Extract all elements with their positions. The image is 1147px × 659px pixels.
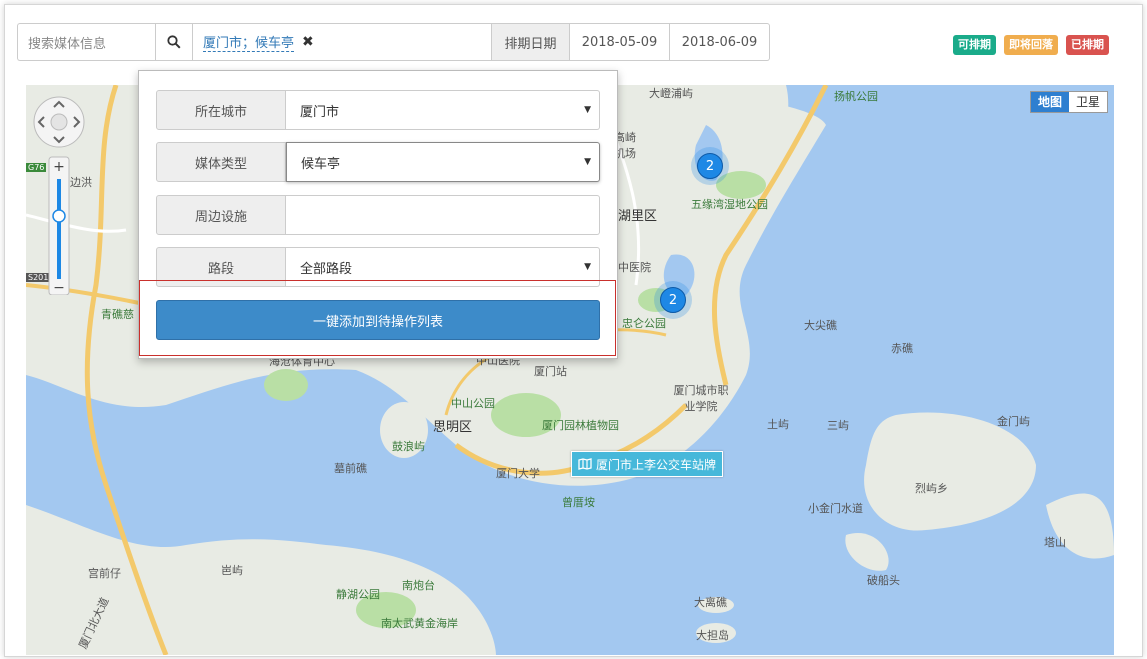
map-type-satellite-button[interactable]: 卫星 <box>1069 92 1107 112</box>
caret-down-icon: ▼ <box>584 157 591 167</box>
zoom-out-icon[interactable]: − <box>53 280 65 295</box>
map-label: 三屿 <box>827 419 849 432</box>
map-label: 思明区 <box>433 420 473 435</box>
toolbar: 搜索媒体信息 厦门市；候车亭 ✖ 排期日期 2018-05-09 2018-06… <box>17 23 770 63</box>
map-label: 南炮台 <box>402 579 435 592</box>
media-type-select[interactable]: 候车亭 ▼ <box>286 142 600 182</box>
media-type-value: 候车亭 <box>301 156 341 172</box>
zoom-in-icon[interactable]: + <box>53 159 65 175</box>
search-icon <box>167 35 181 49</box>
map-label: 小金门水道 <box>808 502 863 515</box>
map-label: 湖里区 <box>618 209 658 224</box>
status-legend: 可排期 即将回落 已排期 <box>945 35 1109 55</box>
map-label: 曾厝垵 <box>562 496 595 509</box>
map-label: 南太武黄金海岸 <box>381 617 458 630</box>
map-label: 土屿 <box>767 418 789 431</box>
city-value: 厦门市 <box>300 104 340 120</box>
schedule-date-label: 排期日期 <box>492 23 570 61</box>
map-label: 赤礁 <box>891 342 913 355</box>
map-icon <box>578 458 592 470</box>
map-label: 扬帆公园 <box>834 90 878 103</box>
city-select[interactable]: 厦门市 ▼ <box>286 90 600 130</box>
map-label: 烈屿乡 <box>915 482 948 495</box>
map-label: 破船头 <box>867 574 900 587</box>
filter-tag[interactable]: 厦门市；候车亭 <box>203 32 295 52</box>
map-label: 静湖公园 <box>336 588 380 601</box>
media-type-label: 媒体类型 <box>156 142 286 182</box>
zoom-slider-handle[interactable] <box>52 209 66 223</box>
media-type-row: 媒体类型 候车亭 ▼ <box>156 142 600 182</box>
station-marker-label[interactable]: 厦门市上李公交车站牌 <box>571 451 724 477</box>
cluster-count: 2 <box>660 287 686 313</box>
search-placeholder: 搜索媒体信息 <box>28 36 107 52</box>
map-label: 大嶝浦屿 <box>649 87 693 100</box>
caret-down-icon: ▼ <box>584 262 591 272</box>
map-label: 厦门站 <box>534 365 567 378</box>
map-label: 大尖礁 <box>804 319 837 332</box>
map-label: 岜屿 <box>221 564 243 577</box>
nearby-input[interactable] <box>286 195 600 235</box>
search-input[interactable]: 搜索媒体信息 <box>17 23 155 61</box>
schedule-end-date[interactable]: 2018-06-09 <box>670 23 770 61</box>
legend-scheduled: 已排期 <box>1066 35 1109 55</box>
city-row: 所在城市 厦门市 ▼ <box>156 90 600 130</box>
map-label: 厦门城市职业学院 <box>673 384 729 413</box>
legend-expiring: 即将回落 <box>1004 35 1058 55</box>
map-label: 大担岛 <box>696 629 729 642</box>
search-button[interactable] <box>155 23 193 61</box>
legend-available: 可排期 <box>953 35 996 55</box>
map-label: 鼓浪屿 <box>392 440 425 453</box>
map-label: 厦门大学 <box>496 467 540 480</box>
road-value: 全部路段 <box>300 261 353 277</box>
map-label: 五缘湾湿地公园 <box>691 198 768 211</box>
map-label: 中医院 <box>618 261 651 274</box>
caret-down-icon: ▼ <box>584 105 591 115</box>
map-label: 塔山 <box>1044 536 1066 549</box>
city-label: 所在城市 <box>156 90 286 130</box>
map-navigation-control: + − <box>33 96 85 295</box>
map-type-toggle: 地图 卫星 <box>1029 91 1108 113</box>
cluster-count: 2 <box>697 153 723 179</box>
filter-tag-area[interactable]: 厦门市；候车亭 ✖ <box>193 23 492 61</box>
map-type-map-button[interactable]: 地图 <box>1030 92 1069 112</box>
map-label: 宫前仔 <box>88 567 121 580</box>
schedule-start-date[interactable]: 2018-05-09 <box>570 23 670 61</box>
media-cluster-marker[interactable]: 2 <box>654 281 692 319</box>
map-label: 青礁慈 <box>101 308 134 321</box>
station-name: 厦门市上李公交车站牌 <box>596 457 717 472</box>
clear-filter-icon[interactable]: ✖ <box>302 34 314 50</box>
map-label: 厦门园林植物园 <box>542 419 619 432</box>
map-label: 中山公园 <box>451 397 495 410</box>
map-label: 墓前礁 <box>334 462 367 475</box>
media-cluster-marker[interactable]: 2 <box>691 147 729 185</box>
map-label: 金门屿 <box>997 415 1030 428</box>
nearby-label: 周边设施 <box>156 195 286 235</box>
map-label: 忠仑公园 <box>622 317 666 330</box>
highlight-box <box>139 280 616 356</box>
map-label: 大离礁 <box>694 596 727 609</box>
nearby-row: 周边设施 <box>156 195 600 235</box>
